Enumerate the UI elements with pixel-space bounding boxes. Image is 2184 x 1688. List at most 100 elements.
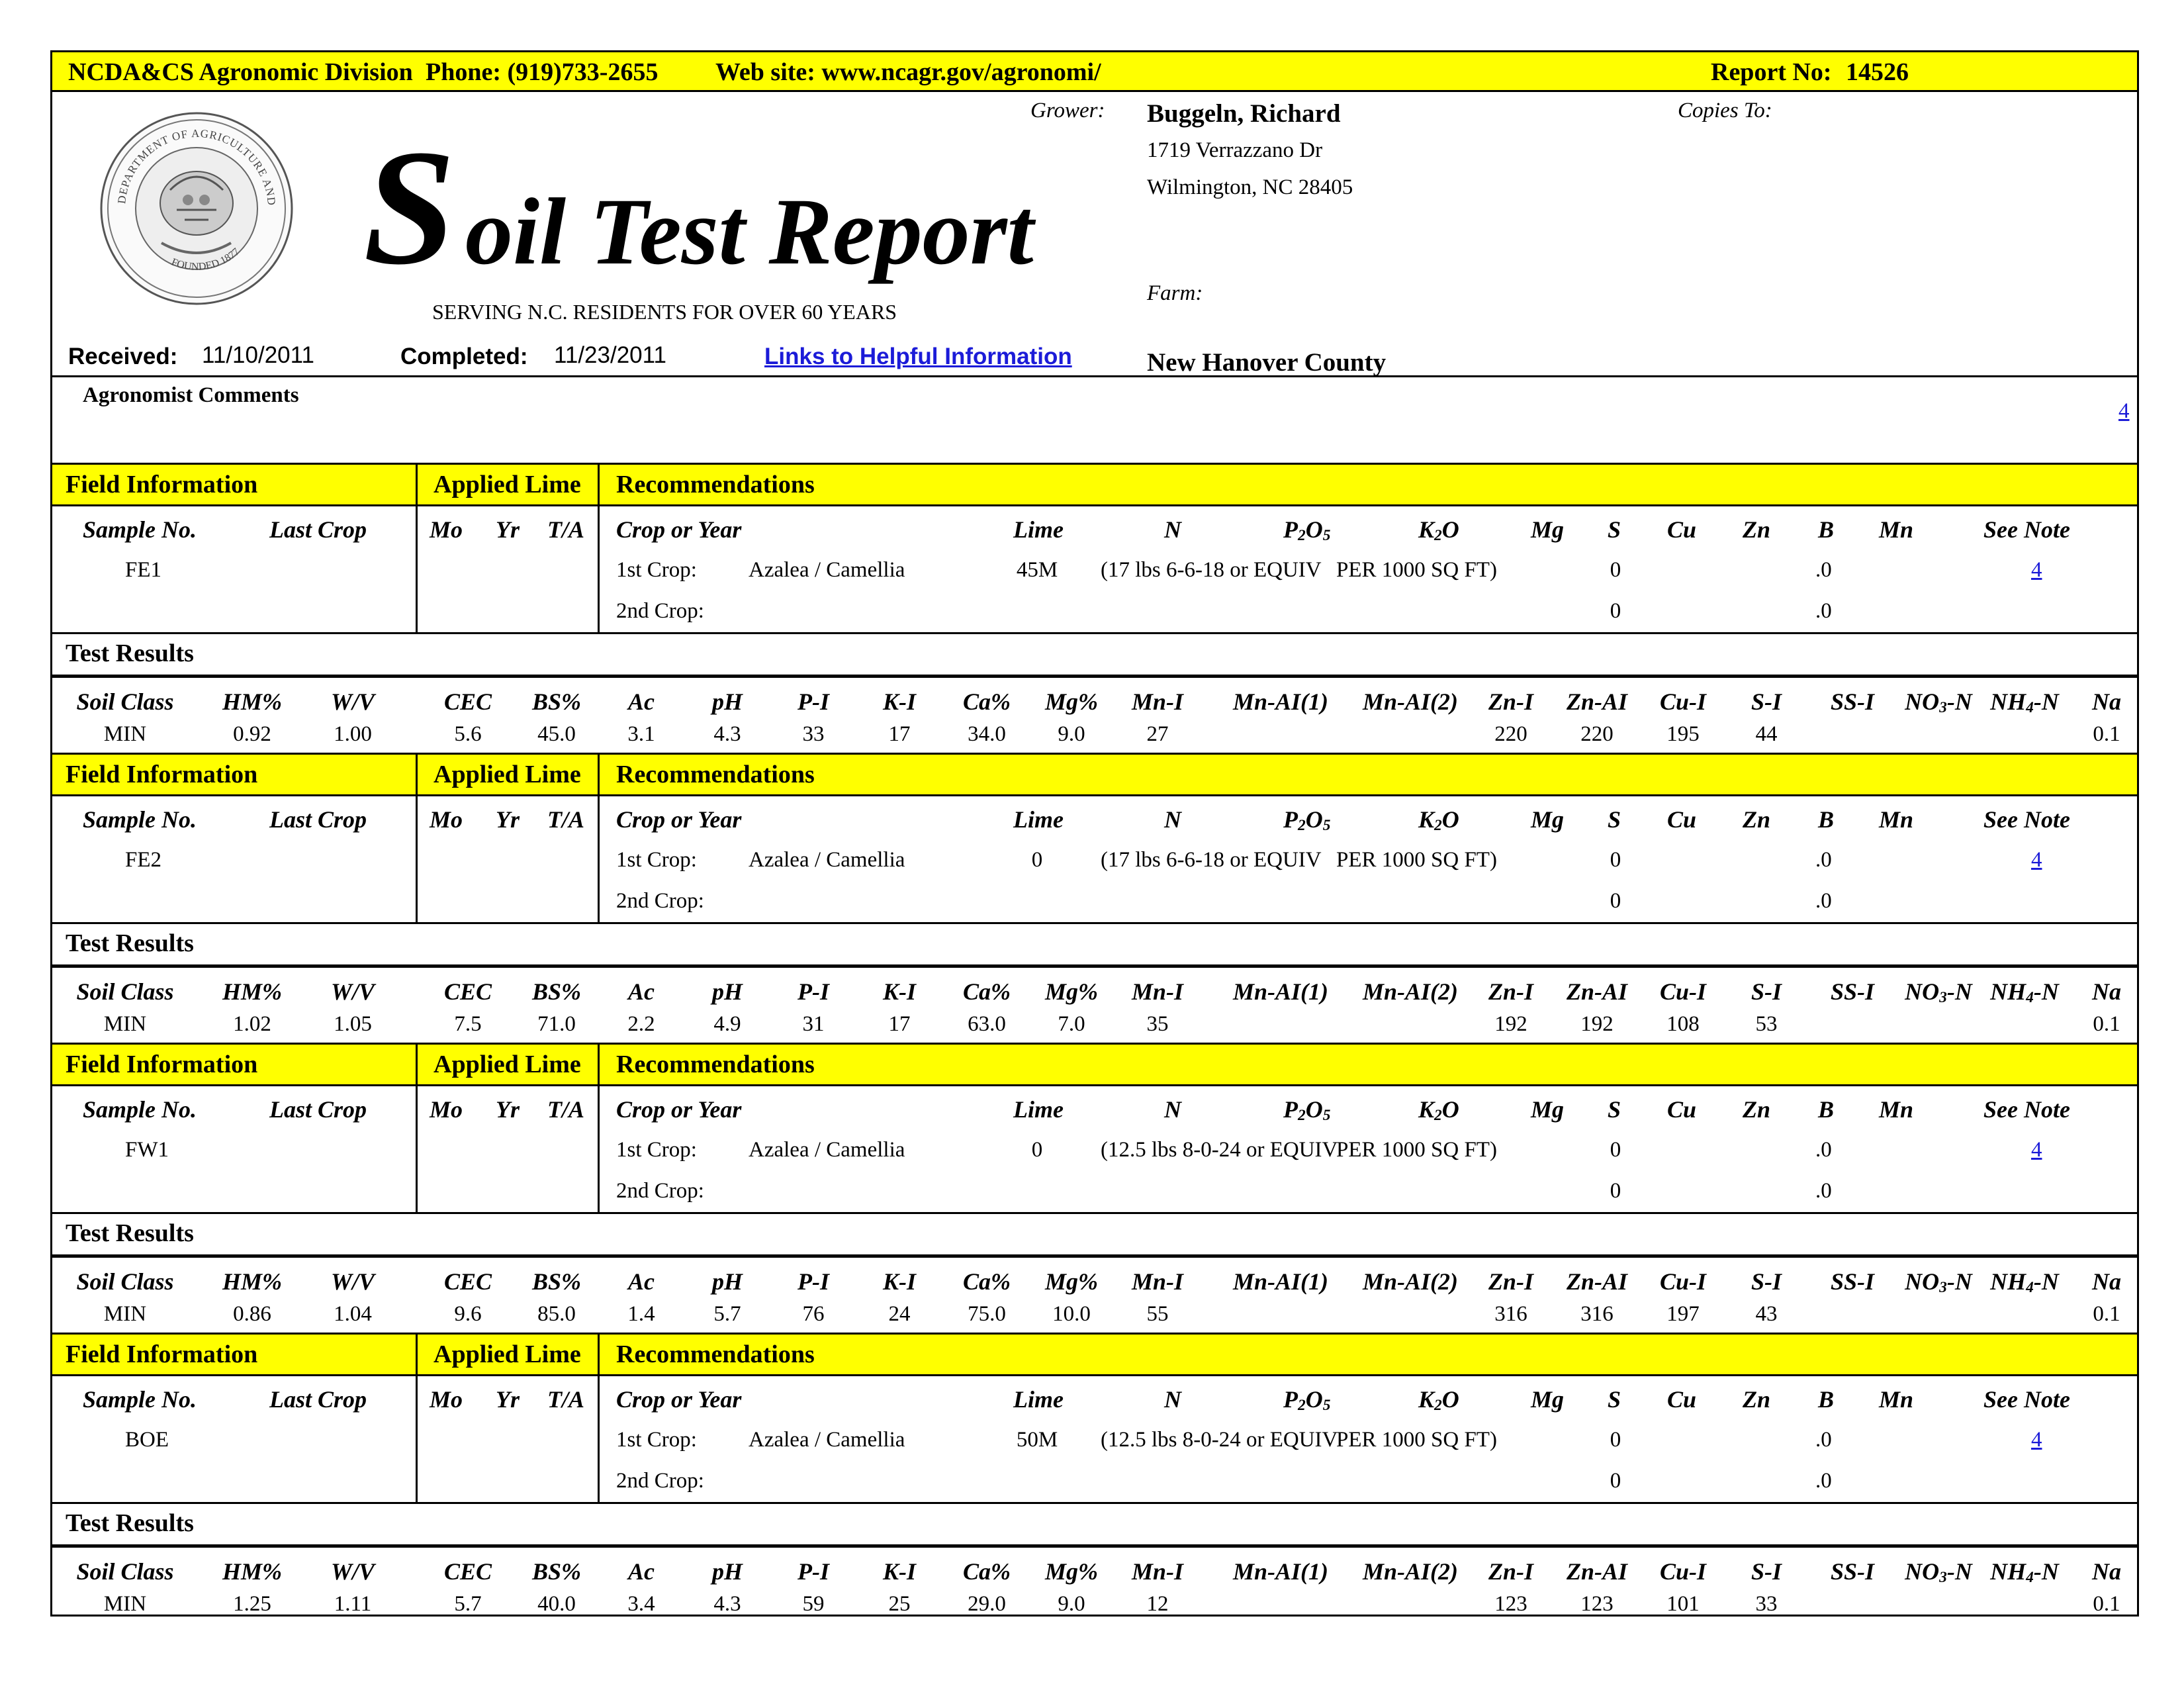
pi-header: P-I (797, 1558, 829, 1585)
lime-value: 0 (1031, 1138, 1043, 1162)
mg-percent-header: Mg% (1045, 688, 1098, 715)
mg-header: Mg (1531, 516, 1565, 543)
see-note-header: See Note (1983, 806, 2070, 833)
hm-header: HM% (222, 688, 282, 715)
section-header-bar: Field Information Applied Lime Recommend… (52, 463, 2137, 506)
wv-value: 1.05 (334, 1012, 372, 1036)
see-note-link[interactable]: 4 (2031, 1138, 2042, 1162)
ac-value: 3.1 (627, 722, 655, 746)
fertilizer-per: PER 1000 SQ FT) (1336, 1428, 1497, 1452)
ac-value: 2.2 (627, 1012, 655, 1036)
b-value-second: .0 (1815, 889, 1832, 913)
na-value: 0.1 (2093, 1592, 2120, 1616)
ki-value: 24 (888, 1302, 911, 1326)
crop-or-year-header: Crop or Year (616, 1386, 742, 1413)
soil-class-header: Soil Class (76, 688, 174, 715)
mn-i-header: Mn-I (1131, 978, 1184, 1005)
wv-header: W/V (330, 688, 375, 715)
ki-header: K-I (882, 978, 917, 1005)
b-header: B (1818, 1096, 1835, 1123)
last-crop-header: Last Crop (269, 516, 367, 543)
divider (52, 922, 2137, 924)
field-information-heading: Field Information (66, 471, 258, 498)
pi-value: 76 (802, 1302, 825, 1326)
wv-header: W/V (330, 978, 375, 1005)
sample-no-header: Sample No. (83, 1096, 197, 1123)
divider (598, 1333, 600, 1503)
soil-test-report: NCDA&CS Agronomic Division Phone: (919)7… (50, 50, 2139, 1617)
ph-header: pH (711, 1558, 743, 1585)
divider (52, 1212, 2137, 1214)
ta-header: T/A (547, 516, 585, 543)
ca-value: 63.0 (968, 1012, 1006, 1036)
lime-value: 0 (1031, 848, 1043, 872)
ki-header: K-I (882, 1268, 917, 1295)
cu-i-header: Cu-I (1659, 688, 1707, 715)
ph-value: 4.9 (713, 1012, 741, 1036)
received-label: Received: (68, 344, 178, 369)
mg-percent-header: Mg% (1045, 978, 1098, 1005)
recommendations-heading: Recommendations (616, 1051, 815, 1078)
zn-i-header: Zn-I (1488, 688, 1534, 715)
mn-i-header: Mn-I (1131, 1558, 1184, 1585)
cu-i-header: Cu-I (1659, 1558, 1707, 1585)
sample-number: FW1 (125, 1138, 169, 1162)
last-crop-header: Last Crop (269, 1096, 367, 1123)
mg-header: Mg (1531, 806, 1565, 833)
mg-percent-header: Mg% (1045, 1268, 1098, 1295)
mo-header: Mo (430, 516, 463, 543)
copies-to-label: Copies To: (1678, 99, 1772, 122)
helpful-info-link[interactable]: Links to Helpful Information (764, 344, 1072, 370)
recommendations-heading: Recommendations (616, 761, 815, 788)
grower-label: Grower: (1030, 99, 1105, 122)
grower-address-line1: 1719 Verrazzano Dr (1147, 138, 1323, 162)
see-note-link[interactable]: 4 (2031, 848, 2042, 872)
k2o-header: K2O (1418, 516, 1459, 544)
na-header: Na (2092, 1558, 2121, 1585)
cec-value: 5.7 (454, 1592, 482, 1616)
fertilizer-rate: (17 lbs 6-6-18 or EQUIV (1101, 558, 1322, 582)
na-value: 0.1 (2093, 722, 2120, 746)
zn-i-value: 192 (1494, 1012, 1527, 1036)
soil-class-value: MIN (103, 722, 147, 746)
s-value-first: 0 (1610, 1138, 1621, 1162)
website: Web site: www.ncagr.gov/agronomi/ (715, 58, 1101, 86)
yr-header: Yr (496, 516, 520, 543)
pi-value: 59 (802, 1592, 825, 1616)
wv-header: W/V (330, 1268, 375, 1295)
field-information-heading: Field Information (66, 1051, 258, 1078)
field-information-heading: Field Information (66, 761, 258, 788)
b-value-second: .0 (1815, 1469, 1832, 1493)
see-note-link[interactable]: 4 (2031, 1428, 2042, 1452)
fertilizer-rate: (12.5 lbs 8-0-24 or EQUIV (1101, 1428, 1338, 1452)
comments-note-link[interactable]: 4 (2118, 399, 2130, 424)
sample-no-header: Sample No. (83, 806, 197, 833)
hm-header: HM% (222, 1268, 282, 1295)
applied-lime-heading: Applied Lime (433, 761, 581, 788)
ss-i-header: SS-I (1830, 1268, 1875, 1295)
s-value-first: 0 (1610, 558, 1621, 582)
ta-header: T/A (547, 1096, 585, 1123)
mn-i-header: Mn-I (1131, 1268, 1184, 1295)
section-header-bar: Field Information Applied Lime Recommend… (52, 753, 2137, 796)
b-value-first: .0 (1815, 558, 1832, 582)
cu-header: Cu (1667, 1386, 1697, 1413)
yr-header: Yr (496, 1386, 520, 1413)
phone-number: Phone: (919)733-2655 (426, 58, 659, 86)
ph-header: pH (711, 688, 743, 715)
cu-i-header: Cu-I (1659, 978, 1707, 1005)
k2o-header: K2O (1418, 1096, 1459, 1124)
cec-value: 7.5 (454, 1012, 482, 1036)
mn-ai2-header: Mn-AI(2) (1362, 1558, 1459, 1585)
s-i-value: 33 (1755, 1592, 1778, 1616)
mg-percent-value: 9.0 (1058, 1592, 1085, 1616)
cec-value: 9.6 (454, 1302, 482, 1326)
yr-header: Yr (496, 1096, 520, 1123)
na-header: Na (2092, 688, 2121, 715)
s-value-first: 0 (1610, 1428, 1621, 1452)
divider (598, 753, 600, 923)
see-note-link[interactable]: 4 (2031, 558, 2042, 583)
first-crop-name: Azalea / Camellia (749, 1428, 905, 1452)
s-header: S (1608, 1386, 1621, 1413)
zn-i-header: Zn-I (1488, 1268, 1534, 1295)
